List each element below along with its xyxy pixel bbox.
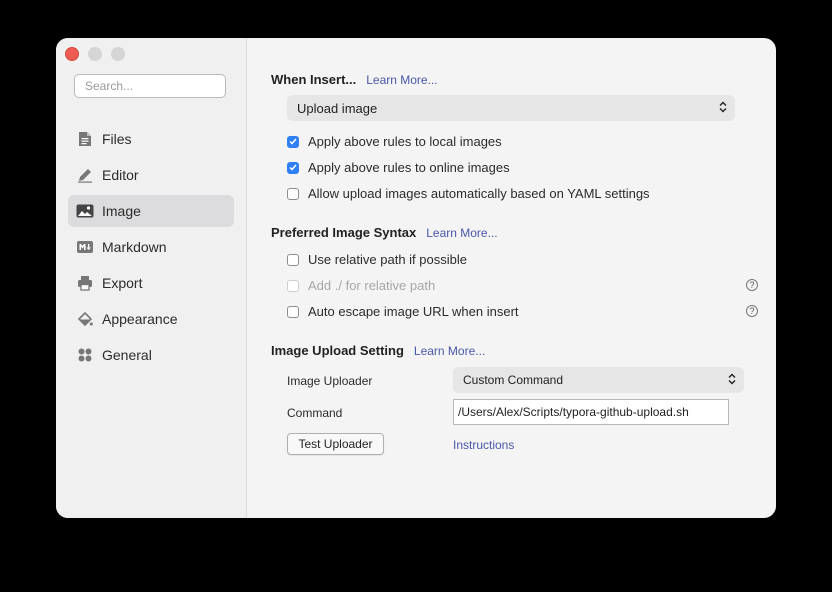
relative-path-option[interactable]: Use relative path if possible — [287, 252, 467, 267]
sidebar-item-label: Files — [102, 131, 132, 147]
option-label: Apply above rules to local images — [308, 134, 502, 149]
sidebar-item-label: Image — [102, 203, 141, 219]
zoom-window-button[interactable] — [111, 47, 125, 61]
help-icon[interactable]: ? — [746, 279, 758, 291]
grid-icon — [76, 346, 94, 364]
section-title: Preferred Image Syntax — [271, 225, 417, 240]
image-settings-panel: When Insert... Learn More... Upload image… — [247, 38, 776, 518]
image-uploader-select[interactable]: Custom Command — [453, 367, 744, 393]
when-insert-select[interactable]: Upload image — [287, 95, 735, 121]
printer-icon — [76, 274, 94, 292]
paint-bucket-icon — [76, 310, 94, 328]
when-insert-heading: When Insert... Learn More... — [271, 72, 438, 87]
sidebar-item-label: Export — [102, 275, 143, 291]
close-window-button[interactable] — [65, 47, 79, 61]
sidebar-item-label: General — [102, 347, 152, 363]
file-icon — [76, 130, 94, 148]
option-label: Auto escape image URL when insert — [308, 304, 519, 319]
markdown-icon — [76, 238, 94, 256]
image-icon — [76, 202, 94, 220]
sidebar-item-general[interactable]: General — [68, 339, 234, 371]
checkbox[interactable] — [287, 135, 299, 148]
command-input[interactable] — [453, 399, 729, 425]
sidebar-item-label: Markdown — [102, 239, 167, 255]
sidebar-nav: Files Editor Image Markdown Export Appea… — [68, 123, 234, 375]
sidebar-item-markdown[interactable]: Markdown — [68, 231, 234, 263]
sidebar-item-editor[interactable]: Editor — [68, 159, 234, 191]
sidebar-item-image[interactable]: Image — [68, 195, 234, 227]
sidebar-item-export[interactable]: Export — [68, 267, 234, 299]
image-uploader-label: Image Uploader — [287, 374, 373, 388]
option-label: Use relative path if possible — [308, 252, 467, 267]
learn-more-link[interactable]: Learn More... — [414, 344, 485, 358]
image-upload-heading: Image Upload Setting Learn More... — [271, 343, 485, 358]
section-title: Image Upload Setting — [271, 343, 404, 358]
option-label: Allow upload images automatically based … — [308, 186, 650, 201]
sidebar-item-files[interactable]: Files — [68, 123, 234, 155]
checkbox[interactable] — [287, 305, 299, 318]
option-label: Add ./ for relative path — [308, 278, 436, 293]
when-insert-selected-value: Upload image — [297, 100, 378, 116]
learn-more-link[interactable]: Learn More... — [426, 226, 497, 240]
apply-online-images-option[interactable]: Apply above rules to online images — [287, 160, 510, 175]
preferences-window: Files Editor Image Markdown — [56, 38, 776, 518]
sidebar-item-appearance[interactable]: Appearance — [68, 303, 234, 335]
sidebar: Files Editor Image Markdown — [56, 38, 247, 518]
minimize-window-button[interactable] — [88, 47, 102, 61]
option-label: Apply above rules to online images — [308, 160, 510, 175]
search-input[interactable] — [74, 74, 226, 98]
help-icon[interactable]: ? — [746, 305, 758, 317]
chevron-up-down-icon — [719, 100, 727, 117]
chevron-up-down-icon — [728, 372, 736, 389]
pencil-icon — [76, 166, 94, 184]
section-title: When Insert... — [271, 72, 357, 87]
checkbox — [287, 279, 299, 292]
auto-escape-url-option[interactable]: Auto escape image URL when insert — [287, 304, 519, 319]
command-label: Command — [287, 406, 343, 420]
apply-local-images-option[interactable]: Apply above rules to local images — [287, 134, 502, 149]
image-uploader-selected-value: Custom Command — [463, 373, 564, 387]
checkbox[interactable] — [287, 187, 299, 200]
image-syntax-heading: Preferred Image Syntax Learn More... — [271, 225, 498, 240]
sidebar-item-label: Editor — [102, 167, 139, 183]
checkbox[interactable] — [287, 161, 299, 174]
checkbox[interactable] — [287, 253, 299, 266]
sidebar-item-label: Appearance — [102, 311, 178, 327]
test-uploader-button[interactable]: Test Uploader — [287, 433, 384, 455]
allow-upload-yaml-option[interactable]: Allow upload images automatically based … — [287, 186, 650, 201]
add-dot-slash-option: Add ./ for relative path — [287, 278, 435, 293]
instructions-link[interactable]: Instructions — [453, 438, 514, 452]
learn-more-link[interactable]: Learn More... — [366, 73, 437, 87]
